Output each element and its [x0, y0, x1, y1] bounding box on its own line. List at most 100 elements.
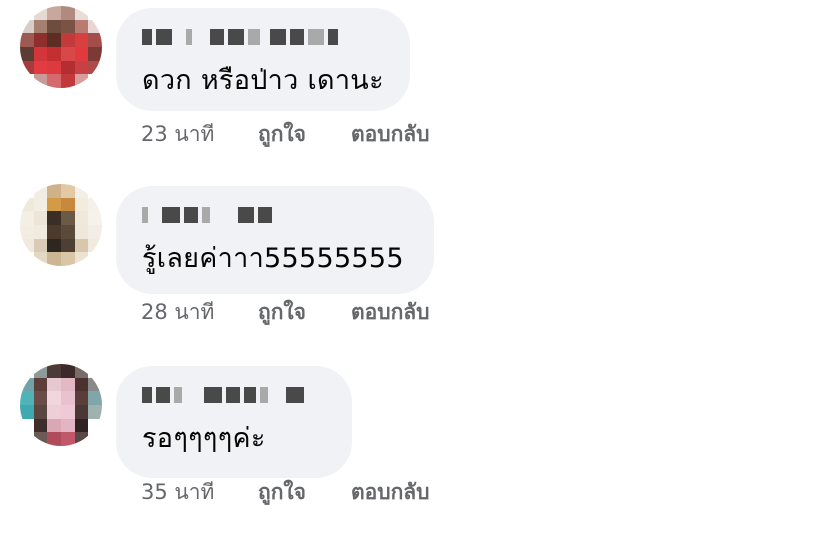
comment-text: รู้เลยค่าาา55555555: [142, 243, 404, 274]
avatar-pixel: [33, 47, 48, 61]
avatar-pixel: [47, 74, 61, 88]
avatar-pixel: [61, 364, 75, 378]
avatar-pixel: [61, 184, 75, 198]
avatar-pixel: [88, 418, 102, 433]
avatar-pixel: [88, 238, 102, 253]
avatar-pixel: [47, 6, 61, 20]
avatar-pixel: [88, 19, 102, 34]
commenter-name-redacted[interactable]: [142, 384, 326, 406]
avatar-pixel: [74, 184, 89, 198]
avatar-pixel: [61, 47, 75, 61]
avatar-pixel: [33, 74, 48, 88]
avatar-pixel: [61, 197, 75, 212]
avatar-pixel: [20, 184, 34, 198]
comment-actions: 35 นาที ถูกใจ ตอบกลับ: [141, 476, 430, 509]
avatar-pixel: [88, 211, 102, 225]
avatar-pixel: [61, 6, 75, 20]
avatar-pixel: [33, 197, 48, 212]
comment-text: รอๆๆๆๆค่ะ: [142, 423, 266, 454]
avatar-pixel: [74, 252, 89, 266]
avatar-pixel: [33, 391, 48, 405]
avatar-pixel: [33, 252, 48, 266]
avatar-pixel: [61, 252, 75, 266]
avatar-pixel: [74, 405, 89, 419]
avatar-pixel: [47, 60, 61, 75]
avatar-pixel: [47, 184, 61, 198]
commenter-name-redacted[interactable]: [142, 26, 384, 48]
avatar-pixel: [88, 225, 102, 239]
avatar-pixel: [33, 364, 48, 378]
comment-timestamp[interactable]: 35 นาที: [141, 476, 258, 509]
avatar-pixel: [74, 225, 89, 239]
like-button[interactable]: ถูกใจ: [258, 118, 351, 151]
avatar-pixel: [61, 391, 75, 405]
avatar-pixel: [74, 74, 89, 88]
avatar-pixel: [20, 252, 34, 266]
avatar-pixel: [33, 184, 48, 198]
avatar-pixel: [74, 432, 89, 446]
comment-item: รอๆๆๆๆค่ะ 35 นาที ถูกใจ ตอบกลับ: [0, 358, 828, 538]
avatar-pixel: [33, 19, 48, 34]
comment-item: รู้เลยค่าาา55555555 28 นาที ถูกใจ ตอบกลั…: [0, 178, 828, 358]
avatar-pixel: [88, 391, 102, 405]
avatar-pixel: [47, 47, 61, 61]
avatar[interactable]: [20, 6, 102, 88]
reply-button[interactable]: ตอบกลับ: [351, 296, 430, 329]
avatar[interactable]: [20, 184, 102, 266]
comment-timestamp[interactable]: 28 นาที: [141, 296, 258, 329]
avatar-pixel: [74, 6, 89, 20]
avatar-pixel: [61, 19, 75, 34]
avatar[interactable]: [20, 364, 102, 446]
comment-timestamp[interactable]: 23 นาที: [141, 118, 258, 151]
avatar-pixel: [20, 47, 34, 61]
avatar-pixel: [20, 211, 34, 225]
avatar-pixel: [74, 33, 89, 47]
avatar-pixel: [47, 197, 61, 212]
avatar-pixel: [74, 60, 89, 75]
reply-button[interactable]: ตอบกลับ: [351, 476, 430, 509]
commenter-name-redacted[interactable]: [142, 204, 408, 226]
avatar-pixel: [33, 432, 48, 446]
avatar-pixel: [33, 6, 48, 20]
comment-bubble: ดวก หรือป่าว เดานะ: [116, 8, 410, 111]
avatar-pixel: [61, 74, 75, 88]
avatar-pixel: [33, 418, 48, 433]
avatar-pixel: [74, 197, 89, 212]
avatar-pixel: [20, 391, 34, 405]
reply-button[interactable]: ตอบกลับ: [351, 118, 430, 151]
comment-bubble: รู้เลยค่าาา55555555: [116, 186, 434, 294]
avatar-pixel: [20, 405, 34, 419]
avatar-pixel: [74, 391, 89, 405]
like-button[interactable]: ถูกใจ: [258, 476, 351, 509]
comment-item: ดวก หรือป่าว เดานะ 23 นาที ถูกใจ ตอบกลับ: [0, 0, 828, 180]
avatar-pixel: [61, 60, 75, 75]
avatar-pixel: [20, 74, 34, 88]
avatar-pixel: [33, 60, 48, 75]
comment-text: ดวก หรือป่าว เดานะ: [142, 65, 384, 96]
avatar-pixel: [47, 377, 61, 392]
avatar-pixel: [61, 211, 75, 225]
avatar-pixel: [61, 238, 75, 253]
avatar-pixel: [20, 60, 34, 75]
avatar-pixel: [61, 418, 75, 433]
avatar-pixel: [47, 225, 61, 239]
comment-bubble: รอๆๆๆๆค่ะ: [116, 366, 352, 478]
avatar-pixel: [74, 47, 89, 61]
like-button[interactable]: ถูกใจ: [258, 296, 351, 329]
avatar-pixel: [88, 432, 102, 446]
avatar-pixel: [47, 364, 61, 378]
avatar-pixel: [74, 211, 89, 225]
avatar-pixel: [74, 377, 89, 392]
comment-actions: 28 นาที ถูกใจ ตอบกลับ: [141, 296, 430, 329]
avatar-pixel: [88, 252, 102, 266]
avatar-pixel: [74, 418, 89, 433]
avatar-pixel: [33, 211, 48, 225]
avatar-pixel: [20, 432, 34, 446]
avatar-pixel: [61, 225, 75, 239]
avatar-pixel: [20, 225, 34, 239]
avatar-pixel: [20, 364, 34, 378]
avatar-pixel: [47, 238, 61, 253]
avatar-pixel: [20, 377, 34, 392]
avatar-pixel: [47, 418, 61, 433]
avatar-pixel: [20, 33, 34, 47]
